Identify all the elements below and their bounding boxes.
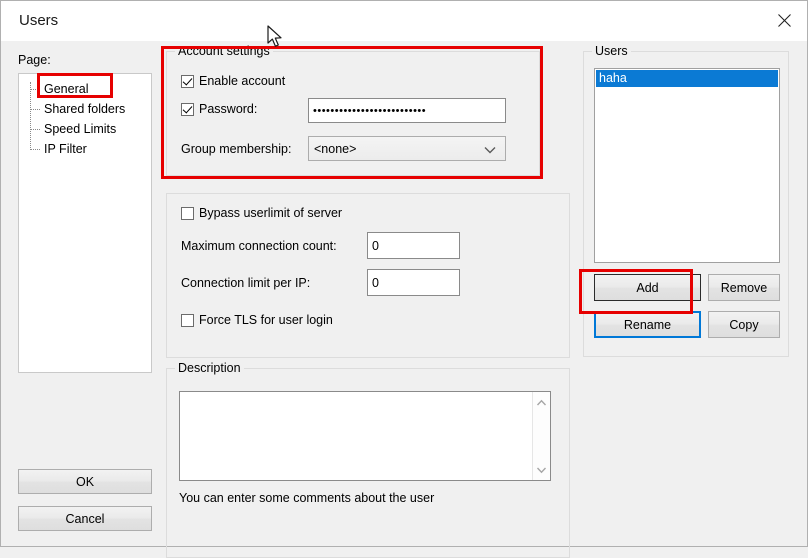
chevron-down-glyph [484,146,496,153]
copy-user-button[interactable]: Copy [708,311,780,338]
tree-connector-line [30,82,31,148]
account-settings-group: Account settings Enable account Password… [166,44,540,176]
enable-account-checkbox[interactable]: Enable account [181,74,285,88]
add-user-button[interactable]: Add [594,274,701,301]
sidebar-item-ip-filter[interactable]: IP Filter [41,141,90,158]
password-input[interactable]: •••••••••••••••••••••••••• [308,98,506,123]
remove-user-button[interactable]: Remove [708,274,780,301]
description-textarea[interactable] [179,391,551,481]
page-tree[interactable]: General Shared folders Speed Limits IP F… [18,73,152,373]
checkbox-glyph [181,313,194,327]
list-item[interactable]: haha [596,70,778,87]
connection-limits-group: Bypass userlimit of server Maximum conne… [166,193,570,358]
force-tls-label: Force TLS for user login [199,313,333,327]
group-membership-value: <none> [314,141,357,156]
sidebar-item-shared-folders[interactable]: Shared folders [41,101,128,118]
close-icon[interactable] [761,1,807,39]
users-group: Users haha Add Remove Rename Copy [583,44,789,357]
bypass-userlimit-checkbox[interactable]: Bypass userlimit of server [181,206,342,220]
description-scrollbar[interactable] [532,392,550,480]
ok-button[interactable]: OK [18,469,152,494]
dialog-client-area: Page: General Shared folders Speed Limit… [2,41,806,558]
tree-connector-dash [30,109,40,110]
checkbox-glyph [181,102,194,116]
chevron-up-glyph [536,399,547,405]
force-tls-checkbox[interactable]: Force TLS for user login [181,313,333,327]
cancel-button[interactable]: Cancel [18,506,152,531]
chevron-down-icon[interactable] [533,461,550,478]
rename-user-button[interactable]: Rename [594,311,701,338]
description-hint: You can enter some comments about the us… [179,491,435,505]
bypass-userlimit-label: Bypass userlimit of server [199,206,343,220]
group-membership-label: Group membership: [181,142,292,156]
password-checkbox[interactable]: Password: [181,102,257,116]
title-bar: Users [1,1,807,41]
chevron-down-glyph [536,467,547,473]
tree-connector-dash [30,89,40,90]
enable-account-label: Enable account [199,74,286,88]
sidebar-item-general[interactable]: General [41,81,91,98]
users-dialog-window: Users Page: General Shared folders Speed… [0,0,808,558]
tree-connector-dash [30,149,40,150]
connection-limit-per-ip-label: Connection limit per IP: [181,276,311,290]
checkbox-glyph [181,74,194,88]
group-membership-select[interactable]: <none> [308,136,506,161]
page-label: Page: [18,53,51,67]
max-connection-count-label: Maximum connection count: [181,239,337,253]
description-title: Description [175,361,244,375]
close-glyph [777,13,791,27]
window-title: Users [19,12,59,29]
connection-limit-per-ip-input[interactable]: 0 [367,269,460,296]
description-group: Description You can enter some comments … [166,361,570,558]
account-settings-title: Account settings [175,44,273,58]
users-group-title: Users [592,44,631,58]
checkbox-glyph [181,206,194,220]
max-connection-count-input[interactable]: 0 [367,232,460,259]
chevron-up-icon[interactable] [533,394,550,411]
password-label: Password: [199,102,258,116]
sidebar-item-speed-limits[interactable]: Speed Limits [41,121,119,138]
users-list[interactable]: haha [594,68,780,263]
chevron-down-icon [483,144,497,154]
tree-connector-dash [30,129,40,130]
